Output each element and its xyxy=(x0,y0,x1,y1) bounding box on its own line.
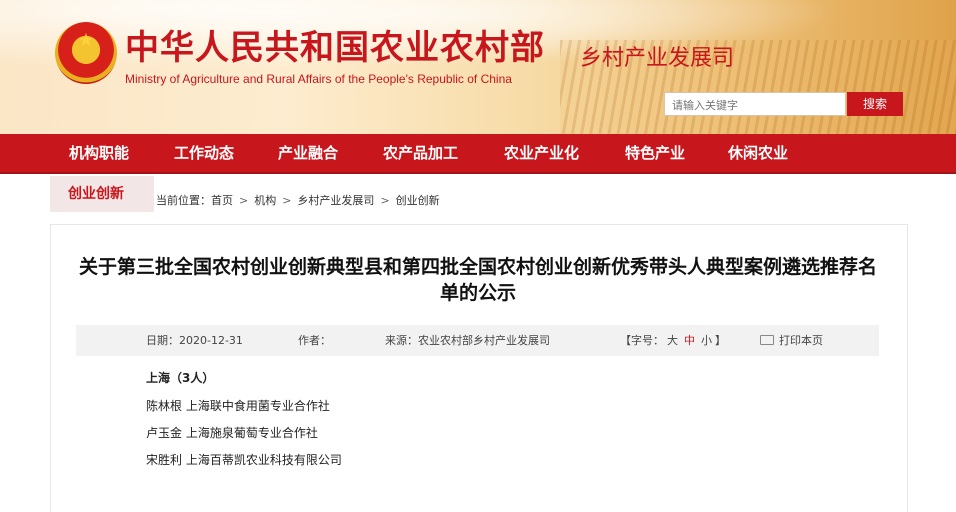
font-size-suffix: 】 xyxy=(715,334,726,347)
font-size-small[interactable]: 小 xyxy=(701,334,712,347)
font-size-prefix: 【字号： xyxy=(620,334,664,347)
breadcrumb-separator: > xyxy=(282,194,292,207)
breadcrumb-current[interactable]: 创业创新 xyxy=(396,194,440,207)
nav-item-industry-integration[interactable]: 产业融合 xyxy=(278,134,338,172)
site-title[interactable]: 中华人民共和国农业农村部 xyxy=(125,20,545,69)
body-line: 宋胜利 上海百蒂凯农业科技有限公司 xyxy=(146,453,342,467)
article-source: 来源：农业农村部乡村产业发展司 xyxy=(385,334,550,347)
printer-icon xyxy=(760,335,774,345)
nav-item-work-news[interactable]: 工作动态 xyxy=(174,134,234,172)
body-line: 陈林根 上海联中食用菌专业合作社 xyxy=(146,399,330,413)
site-title-english: Ministry of Agriculture and Rural Affair… xyxy=(125,72,512,86)
breadcrumb-prefix: 当前位置： xyxy=(156,194,211,207)
print-label: 打印本页 xyxy=(779,334,823,347)
breadcrumb-home[interactable]: 首页 xyxy=(211,194,233,207)
section-tab[interactable]: 创业创新 xyxy=(50,176,154,212)
nav-item-functions[interactable]: 机构职能 xyxy=(69,134,129,172)
nav-item-agri-industrialization[interactable]: 农业产业化 xyxy=(504,134,579,172)
font-size-control: 【字号：大中小】 xyxy=(620,325,726,356)
search-input[interactable] xyxy=(670,94,844,116)
print-button[interactable]: 打印本页 xyxy=(760,325,823,356)
font-size-large[interactable]: 大 xyxy=(667,334,678,347)
nav-item-specialty-industry[interactable]: 特色产业 xyxy=(625,134,685,172)
search-box[interactable] xyxy=(664,92,846,116)
breadcrumb-org[interactable]: 机构 xyxy=(254,194,276,207)
department-name[interactable]: 乡村产业发展司 xyxy=(580,40,734,72)
breadcrumb-separator: > xyxy=(380,194,390,207)
breadcrumb: 当前位置：首页 > 机构 > 乡村产业发展司 > 创业创新 xyxy=(156,192,440,208)
article-author: 作者： xyxy=(298,334,331,347)
body-heading-shanghai: 上海（3人） xyxy=(146,371,215,385)
header-banner: ★ 中华人民共和国农业农村部 Ministry of Agriculture a… xyxy=(0,0,956,134)
article-date: 日期：2020-12-31 xyxy=(146,334,243,347)
search-button[interactable]: 搜索 xyxy=(847,92,903,116)
body-line: 卢玉金 上海施泉葡萄专业合作社 xyxy=(146,426,318,440)
national-emblem-icon: ★ xyxy=(55,22,117,84)
article-title: 关于第三批全国农村创业创新典型县和第四批全国农村创业创新优秀带头人典型案例遴选推… xyxy=(78,256,877,304)
font-size-medium[interactable]: 中 xyxy=(684,334,695,347)
breadcrumb-separator: > xyxy=(239,194,249,207)
main-nav: 机构职能 工作动态 产业融合 农产品加工 农业产业化 特色产业 休闲农业 xyxy=(0,134,956,174)
article-meta-bar: 日期：2020-12-31 作者： 来源：农业农村部乡村产业发展司 【字号：大中… xyxy=(76,325,879,356)
nav-item-leisure-agriculture[interactable]: 休闲农业 xyxy=(728,134,788,172)
nav-item-agri-processing[interactable]: 农产品加工 xyxy=(383,134,458,172)
breadcrumb-department[interactable]: 乡村产业发展司 xyxy=(297,194,374,207)
